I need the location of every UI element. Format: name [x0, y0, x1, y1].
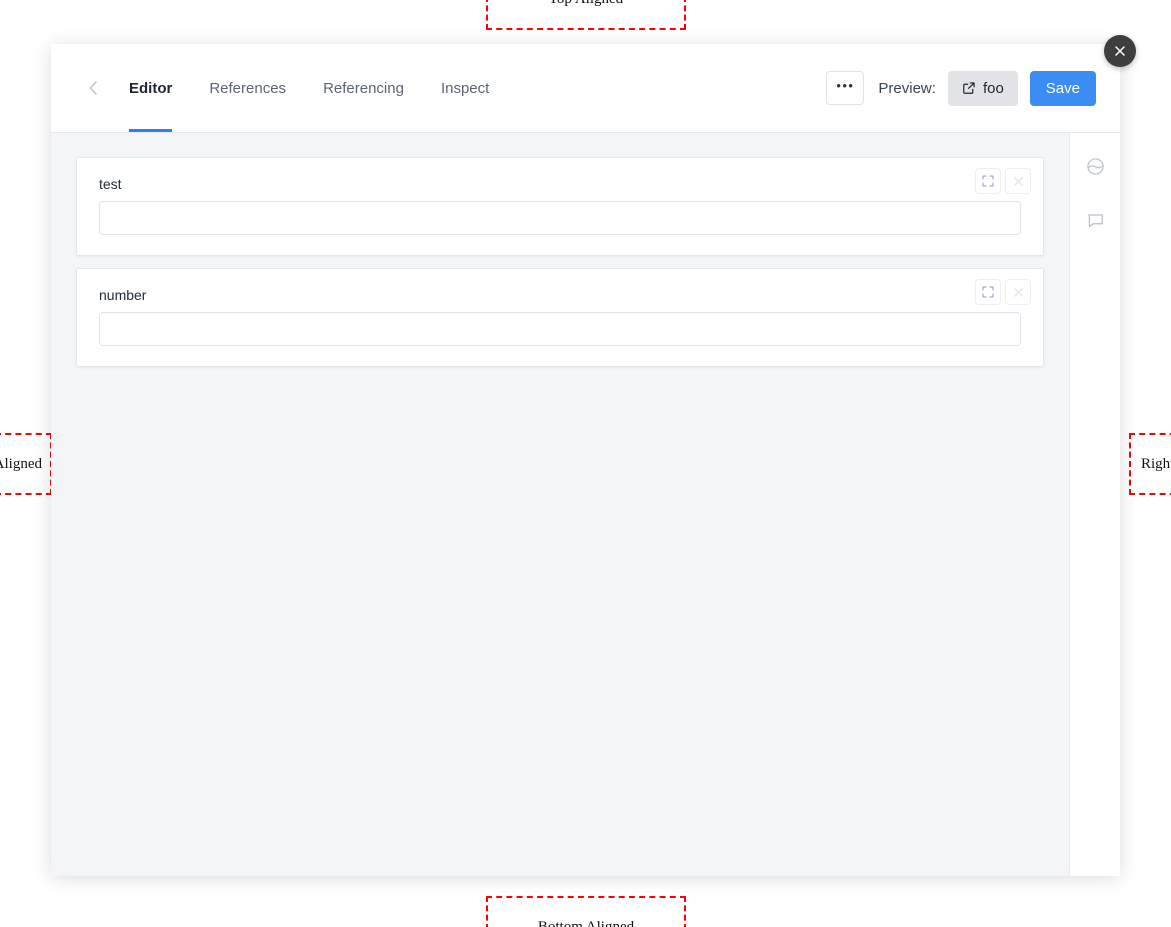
- tab-referencing-label: Referencing: [323, 79, 404, 97]
- close-icon[interactable]: [1005, 168, 1031, 194]
- header-actions: ••• Preview: foo Save: [826, 70, 1096, 106]
- alignment-marker-right: Right Aligned: [1129, 433, 1171, 495]
- save-button[interactable]: Save: [1029, 70, 1096, 106]
- field-actions: [975, 279, 1031, 305]
- tab-referencing[interactable]: Referencing: [323, 44, 404, 132]
- tab-editor-label: Editor: [129, 79, 173, 97]
- alignment-marker-left: Left Aligned: [0, 433, 52, 495]
- close-icon[interactable]: [1005, 279, 1031, 305]
- comment-icon[interactable]: [1082, 207, 1108, 233]
- tab-references[interactable]: References: [209, 44, 286, 132]
- editor-tabs: Editor References Referencing Inspect: [129, 44, 526, 132]
- field-actions: [975, 168, 1031, 194]
- tab-editor[interactable]: Editor: [129, 44, 173, 132]
- entry-form: test number: [51, 133, 1069, 876]
- preview-foo-button[interactable]: foo: [947, 70, 1018, 106]
- field-input-test[interactable]: [99, 201, 1021, 235]
- version-history-icon[interactable]: [1082, 153, 1108, 179]
- alignment-marker-top: Top Aligned: [486, 0, 686, 30]
- alignment-marker-left-label: Left Aligned: [0, 455, 42, 472]
- alignment-marker-bottom-label: Bottom Aligned: [537, 918, 635, 927]
- alignment-marker-right-label: Right Aligned: [1141, 455, 1171, 472]
- modal-body: test number: [51, 133, 1120, 876]
- field-card: number: [76, 268, 1044, 367]
- overflow-menu-label: •••: [836, 78, 855, 93]
- field-label: test: [99, 176, 122, 192]
- alignment-marker-bottom: Bottom Aligned: [486, 896, 686, 927]
- right-sidebar: [1069, 133, 1120, 876]
- tab-references-label: References: [209, 79, 287, 97]
- page-root: Top Aligned Bottom Aligned Left Aligned …: [0, 0, 1171, 927]
- editor-modal: Editor References Referencing Inspect ••…: [51, 44, 1120, 876]
- tab-inspect[interactable]: Inspect: [441, 44, 489, 132]
- field-card: test: [76, 157, 1044, 256]
- expand-icon[interactable]: [975, 168, 1001, 194]
- chevron-left-icon[interactable]: [79, 74, 107, 102]
- field-label: number: [99, 287, 147, 303]
- external-link-icon: [962, 81, 976, 95]
- save-button-label: Save: [1045, 79, 1080, 97]
- preview-label: Preview:: [878, 79, 936, 97]
- close-icon[interactable]: [1104, 35, 1136, 67]
- ellipsis-icon[interactable]: •••: [826, 71, 865, 105]
- expand-icon[interactable]: [975, 279, 1001, 305]
- alignment-marker-top-label: Top Aligned: [549, 0, 623, 8]
- field-input-number[interactable]: [99, 312, 1021, 346]
- modal-header: Editor References Referencing Inspect ••…: [51, 44, 1120, 133]
- tab-inspect-label: Inspect: [440, 79, 490, 97]
- preview-foo-label: foo: [982, 79, 1004, 97]
